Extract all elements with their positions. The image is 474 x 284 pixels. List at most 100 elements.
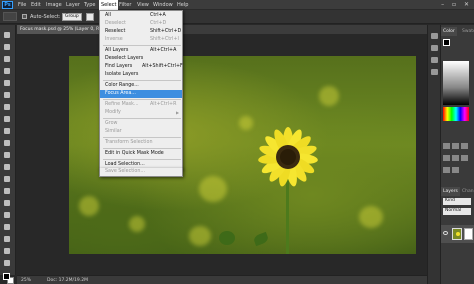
healing-brush-tool-icon[interactable] <box>3 103 12 111</box>
gradient-tool-icon[interactable] <box>3 163 12 171</box>
menu-item-label: Grow <box>105 121 118 126</box>
menu-item-reselect[interactable]: Reselect Shift+Ctrl+D <box>100 28 182 36</box>
menu-edit[interactable]: Edit <box>31 2 41 8</box>
menu-item-shortcut: Ctrl+D <box>150 21 167 26</box>
menu-item-shortcut: Alt+Ctrl+A <box>150 48 177 53</box>
menu-item-find-layers[interactable]: Find Layers Alt+Shift+Ctrl+F <box>100 63 183 71</box>
swatches-panel-tab[interactable]: Swatch <box>460 27 474 36</box>
menu-type[interactable]: Type <box>84 2 95 8</box>
properties-panel-icon[interactable] <box>431 45 438 51</box>
menu-item-shortcut: Alt+Shift+Ctrl+F <box>142 64 183 69</box>
marquee-tool-icon[interactable] <box>3 43 12 51</box>
color-picker-field[interactable] <box>443 61 469 105</box>
menu-image[interactable]: Image <box>46 2 62 8</box>
menu-item-modify[interactable]: Modify ▶ <box>100 109 182 117</box>
menu-item-all-layers[interactable]: All Layers Alt+Ctrl+A <box>100 47 182 55</box>
channels-panel-tab[interactable]: Chan <box>460 187 474 196</box>
dodge-tool-icon[interactable] <box>3 187 12 195</box>
menu-item-shortcut: Alt+Ctrl+R <box>150 102 177 107</box>
history-brush-tool-icon[interactable] <box>3 139 12 147</box>
right-panels: Color Swatch Layers Chan Kind Normal <box>440 25 474 284</box>
layers-panel-tab[interactable]: Layers <box>441 187 460 196</box>
menu-item-deselect[interactable]: Deselect Ctrl+D <box>100 20 182 28</box>
menu-view[interactable]: View <box>137 2 149 8</box>
foreground-color-swatch[interactable] <box>3 273 10 280</box>
menu-item-label: Save Selection... <box>105 169 145 174</box>
brightness-adjustment-icon[interactable] <box>443 143 450 149</box>
layer-row[interactable] <box>441 225 474 243</box>
menu-item-label: Edit in Quick Mask Mode <box>105 151 164 156</box>
menu-item-inverse[interactable]: Inverse Shift+Ctrl+I <box>100 36 182 44</box>
menu-item-focus-area[interactable]: Focus Area... <box>100 90 182 98</box>
menu-help[interactable]: Help <box>177 2 188 8</box>
blend-mode-dropdown[interactable]: Normal <box>443 208 471 215</box>
lasso-tool-icon[interactable] <box>3 55 12 63</box>
layer-mask-thumbnail[interactable] <box>464 228 473 240</box>
document-info[interactable]: Doc: 17.2M/19.2M <box>47 278 88 283</box>
move-tool-icon[interactable] <box>3 31 12 39</box>
menu-item-shortcut: Ctrl+A <box>150 13 166 18</box>
layer-thumbnail[interactable] <box>452 228 462 240</box>
hand-tool-icon[interactable] <box>3 247 12 255</box>
black-white-adjustment-icon[interactable] <box>461 155 468 161</box>
eraser-tool-icon[interactable] <box>3 151 12 159</box>
select-menu-dropdown: All Ctrl+A Deselect Ctrl+D Reselect Shift+C… <box>99 10 183 170</box>
curves-adjustment-icon[interactable] <box>461 143 468 149</box>
color-spectrum-bar[interactable] <box>443 107 469 121</box>
menu-item-all[interactable]: All Ctrl+A <box>100 12 182 20</box>
character-panel-icon[interactable] <box>431 57 438 63</box>
clone-stamp-tool-icon[interactable] <box>3 127 12 135</box>
type-tool-icon[interactable] <box>3 211 12 219</box>
photo-filter-adjustment-icon[interactable] <box>443 167 450 173</box>
brush-tool-icon[interactable] <box>3 115 12 123</box>
layer-filter-dropdown[interactable]: Kind <box>443 198 471 205</box>
history-panel-icon[interactable] <box>431 33 438 39</box>
menu-item-isolate-layers[interactable]: Isolate Layers <box>100 71 182 79</box>
menu-item-color-range[interactable]: Color Range... <box>100 82 182 90</box>
color-panel-foreground-swatch[interactable] <box>443 39 450 46</box>
menu-separator <box>103 137 181 138</box>
status-bar: 25% Doc: 17.2M/19.2M <box>17 275 427 284</box>
menu-item-transform-selection[interactable]: Transform Selection <box>100 139 182 147</box>
menu-window[interactable]: Window <box>153 2 173 8</box>
menu-item-label: Deselect Layers <box>105 56 144 61</box>
color-panel-tab[interactable]: Color <box>441 27 457 36</box>
channel-mixer-adjustment-icon[interactable] <box>452 167 459 173</box>
auto-select-dropdown[interactable]: Group <box>62 13 82 21</box>
menu-item-quick-mask[interactable]: Edit in Quick Mask Mode <box>100 150 182 158</box>
menu-item-refine-mask[interactable]: Refine Mask... Alt+Ctrl+R <box>100 101 182 109</box>
color-balance-adjustment-icon[interactable] <box>452 155 459 161</box>
blur-tool-icon[interactable] <box>3 175 12 183</box>
menu-item-shortcut: Shift+Ctrl+D <box>150 29 182 34</box>
zoom-level[interactable]: 25% <box>21 278 31 283</box>
levels-adjustment-icon[interactable] <box>452 143 459 149</box>
auto-select-checkbox[interactable] <box>22 14 27 19</box>
menu-item-label: Modify <box>105 110 121 115</box>
path-selection-tool-icon[interactable] <box>3 223 12 231</box>
hue-saturation-adjustment-icon[interactable] <box>443 155 450 161</box>
show-transform-checkbox[interactable] <box>86 13 94 21</box>
zoom-tool-icon[interactable] <box>3 259 12 267</box>
menu-separator <box>103 118 181 119</box>
pen-tool-icon[interactable] <box>3 199 12 207</box>
photoshop-logo: Ps <box>2 1 13 9</box>
menu-item-deselect-layers[interactable]: Deselect Layers <box>100 55 182 63</box>
menu-item-label: All <box>105 13 111 18</box>
crop-tool-icon[interactable] <box>3 79 12 87</box>
menu-item-similar[interactable]: Similar <box>100 128 182 136</box>
visibility-eye-icon[interactable] <box>443 231 448 235</box>
menu-filter[interactable]: Filter <box>119 2 131 8</box>
shape-tool-icon[interactable] <box>3 235 12 243</box>
eyedropper-tool-icon[interactable] <box>3 91 12 99</box>
menu-layer[interactable]: Layer <box>66 2 80 8</box>
window-controls[interactable]: – ▫ ✕ <box>441 1 472 8</box>
move-tool-preset-icon[interactable] <box>3 12 17 21</box>
menu-item-label: Deselect <box>105 21 126 26</box>
menu-select[interactable]: Select <box>99 0 119 10</box>
menu-separator <box>103 159 181 160</box>
quick-selection-tool-icon[interactable] <box>3 67 12 75</box>
menu-file[interactable]: File <box>18 2 26 8</box>
paragraph-panel-icon[interactable] <box>431 69 438 75</box>
menu-item-save-selection[interactable]: Save Selection... <box>100 168 182 176</box>
menu-item-grow[interactable]: Grow <box>100 120 182 128</box>
